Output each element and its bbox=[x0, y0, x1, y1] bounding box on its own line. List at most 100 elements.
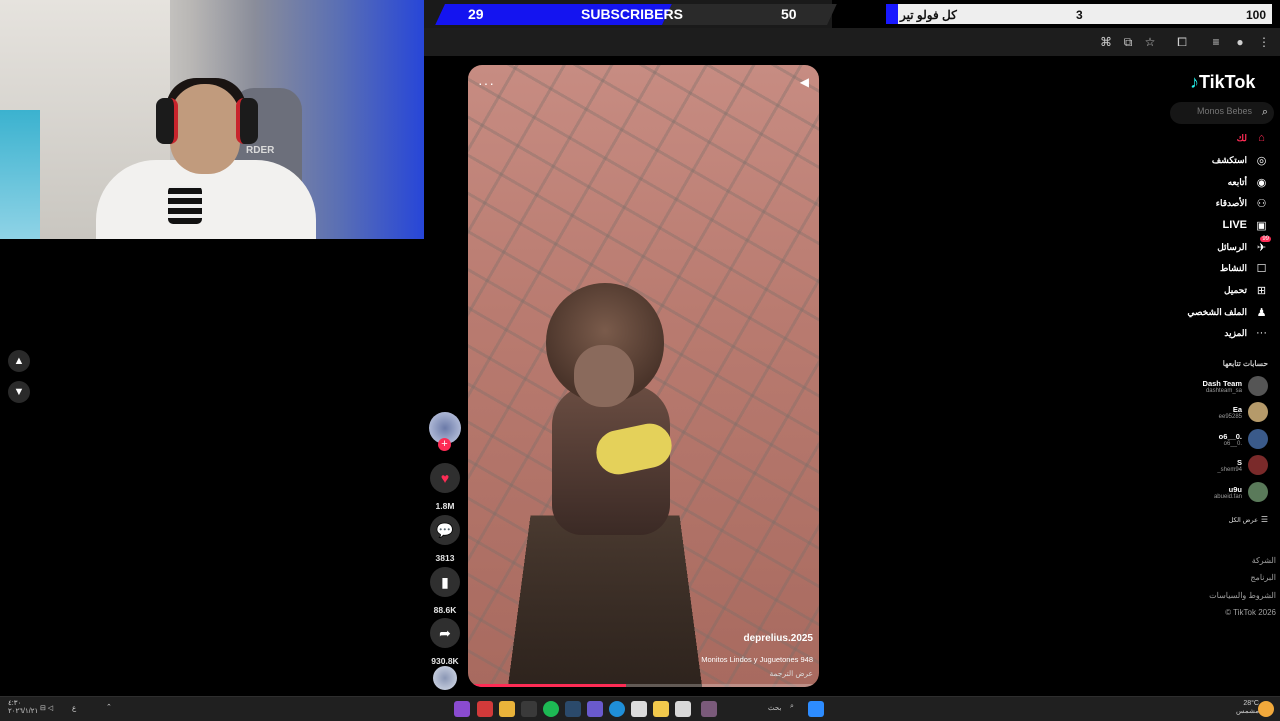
sun-icon bbox=[1258, 701, 1274, 717]
save-count: 88.6K bbox=[433, 605, 457, 615]
app-icon[interactable] bbox=[701, 701, 717, 717]
video-player[interactable]: ··· ◀ deprelius.2025 Monitos Lindos y Ju… bbox=[468, 65, 819, 687]
language-indicator[interactable]: ع bbox=[72, 704, 76, 712]
nav-live[interactable]: LIVE ▣ bbox=[1223, 217, 1268, 233]
goal-target: 50 bbox=[781, 6, 797, 22]
like-action[interactable]: ♥ 1.8M bbox=[430, 463, 460, 511]
messages-icon: ✈ 99 bbox=[1256, 235, 1271, 254]
nav-friends[interactable]: الأصدقاء ⚇ bbox=[1216, 195, 1268, 211]
file-explorer-icon[interactable] bbox=[653, 701, 669, 717]
share-count: 930.8K bbox=[431, 656, 459, 666]
media-icon[interactable]: ≡ bbox=[1208, 34, 1224, 50]
previous-video-button[interactable]: ▲ bbox=[8, 350, 30, 372]
tray-chevron-icon[interactable]: ⌃ bbox=[106, 703, 112, 711]
see-translation-link[interactable]: عرض الترجمة bbox=[769, 669, 813, 678]
steam-icon[interactable] bbox=[565, 701, 581, 717]
following-account[interactable]: Dash Team dashteam_sa bbox=[1203, 373, 1268, 399]
sound-avatar[interactable] bbox=[433, 666, 457, 690]
list-icon: ☰ bbox=[1260, 515, 1268, 524]
following-account[interactable]: Ea ee95285 bbox=[1219, 399, 1268, 425]
video-menu-icon[interactable]: ··· bbox=[478, 75, 495, 91]
browser-menu-icon[interactable]: ⋮ bbox=[1256, 34, 1272, 50]
footer-program-link[interactable]: البرنامج bbox=[1250, 573, 1276, 582]
account-avatar bbox=[1248, 376, 1268, 396]
following-account[interactable]: u9u abueid.fan bbox=[1214, 479, 1268, 505]
store-icon[interactable] bbox=[631, 701, 647, 717]
goal2-target: 100 bbox=[1245, 8, 1266, 22]
following-account[interactable]: S _shem94 bbox=[1217, 452, 1268, 478]
nav-upload[interactable]: تحميل ⊞ bbox=[1224, 282, 1268, 298]
taskbar-search[interactable]: بحث bbox=[768, 704, 781, 712]
following-account[interactable]: o6__0. o6__0. bbox=[1219, 426, 1268, 452]
browser-toolbar: ⌘ ⧉ ☆ ⧠ ≡ ● ⋮ bbox=[424, 28, 1280, 56]
nav-explore[interactable]: استكشف ◎ bbox=[1212, 152, 1268, 168]
comment-icon[interactable]: 💬 bbox=[430, 515, 460, 545]
search-icon[interactable]: ⌕ bbox=[790, 703, 794, 711]
nav-more[interactable]: المزيد ··· bbox=[1224, 325, 1268, 341]
account-avatar bbox=[1248, 455, 1268, 475]
nav-messages[interactable]: الرسائل ✈ 99 bbox=[1217, 235, 1271, 255]
nav-activity[interactable]: النشاط ☐ bbox=[1220, 260, 1268, 276]
follower-goal-bar: كل فولو تير 3 100 bbox=[886, 4, 1272, 24]
account-avatar bbox=[1248, 402, 1268, 422]
start-icon[interactable] bbox=[808, 701, 824, 717]
extensions-icon[interactable]: ⧠ bbox=[1174, 34, 1190, 50]
app-icon[interactable] bbox=[454, 701, 470, 717]
following-accounts-title: حسابات تتابعها bbox=[1222, 359, 1268, 368]
clock[interactable]: ٤:٣٠ ٢٠٢٦/١/٢١ bbox=[8, 700, 38, 716]
footer-company-link[interactable]: الشركة bbox=[1252, 556, 1276, 565]
microphone bbox=[168, 186, 202, 224]
chrome-icon[interactable] bbox=[499, 701, 515, 717]
live-icon: ▣ bbox=[1256, 219, 1267, 232]
following-icon: ◉ bbox=[1256, 176, 1267, 189]
more-icon: ··· bbox=[1256, 327, 1267, 339]
messages-badge: 99 bbox=[1260, 235, 1271, 242]
webcam-overlay: RDER bbox=[0, 0, 424, 239]
search-icon[interactable]: ⌕ bbox=[1262, 106, 1268, 119]
activity-icon: ☐ bbox=[1256, 262, 1267, 275]
search-box[interactable]: ⌕ bbox=[1170, 102, 1274, 124]
like-count: 1.8M bbox=[435, 501, 455, 511]
account-avatar bbox=[1248, 482, 1268, 502]
video-author[interactable]: deprelius.2025 bbox=[744, 633, 813, 644]
profile-icon: ♟ bbox=[1256, 306, 1267, 319]
save-action[interactable]: ▮ 88.6K bbox=[430, 567, 460, 615]
account-avatar bbox=[1248, 429, 1268, 449]
see-all-link[interactable]: عرض الكل bbox=[1229, 516, 1258, 524]
bookmark-icon[interactable]: ▮ bbox=[430, 567, 460, 597]
comment-count: 3813 bbox=[435, 553, 455, 563]
goal-current: 29 bbox=[468, 6, 484, 22]
spotify-icon[interactable] bbox=[543, 701, 559, 717]
footer-terms-link[interactable]: الشروط والسياسات bbox=[1209, 591, 1276, 600]
nav-following[interactable]: أتابعه ◉ bbox=[1228, 174, 1268, 190]
chair-brand: RDER bbox=[246, 145, 275, 156]
next-video-button[interactable]: ▼ bbox=[8, 381, 30, 403]
nav-profile[interactable]: الملف الشخصي ♟ bbox=[1187, 304, 1268, 320]
app-icon[interactable] bbox=[675, 701, 691, 717]
footer-copyright: © TikTok 2026 bbox=[1225, 608, 1276, 617]
profile-avatar-icon[interactable]: ● bbox=[1232, 34, 1248, 50]
edge-icon[interactable] bbox=[609, 701, 625, 717]
app-icon[interactable] bbox=[477, 701, 493, 717]
goal2-current: 3 bbox=[1076, 8, 1083, 22]
translate-icon[interactable]: ⌘ bbox=[1098, 34, 1114, 50]
goal2-label: كل فولو تير bbox=[900, 8, 957, 22]
weather-widget[interactable]: 28°C مشمس bbox=[1236, 700, 1259, 716]
video-progress[interactable] bbox=[468, 684, 819, 687]
nav-for-you[interactable]: لك ⌂ bbox=[1237, 130, 1268, 146]
search-input[interactable] bbox=[1180, 105, 1254, 117]
cast-icon[interactable]: ⧉ bbox=[1120, 34, 1136, 50]
share-action[interactable]: ➦ 930.8K bbox=[430, 618, 460, 666]
tiktok-logo[interactable]: ♪TikTok bbox=[1190, 72, 1255, 93]
app-icon[interactable] bbox=[521, 701, 537, 717]
subscriber-goal-bar: 29 SUBSCRIBERS 50 bbox=[424, 0, 837, 28]
heart-icon[interactable]: ♥ bbox=[430, 463, 460, 493]
app-icon[interactable] bbox=[587, 701, 603, 717]
volume-icon[interactable]: ◀ bbox=[800, 75, 809, 89]
share-icon[interactable]: ➦ bbox=[430, 618, 460, 648]
follow-plus-icon[interactable]: + bbox=[438, 438, 451, 451]
comment-action[interactable]: 💬 3813 bbox=[430, 515, 460, 563]
video-caption: Monitos Lindos y Juguetones 948 bbox=[701, 655, 813, 664]
star-icon[interactable]: ☆ bbox=[1142, 34, 1158, 50]
tray-icons[interactable]: ⊟ ◁ bbox=[40, 704, 53, 712]
